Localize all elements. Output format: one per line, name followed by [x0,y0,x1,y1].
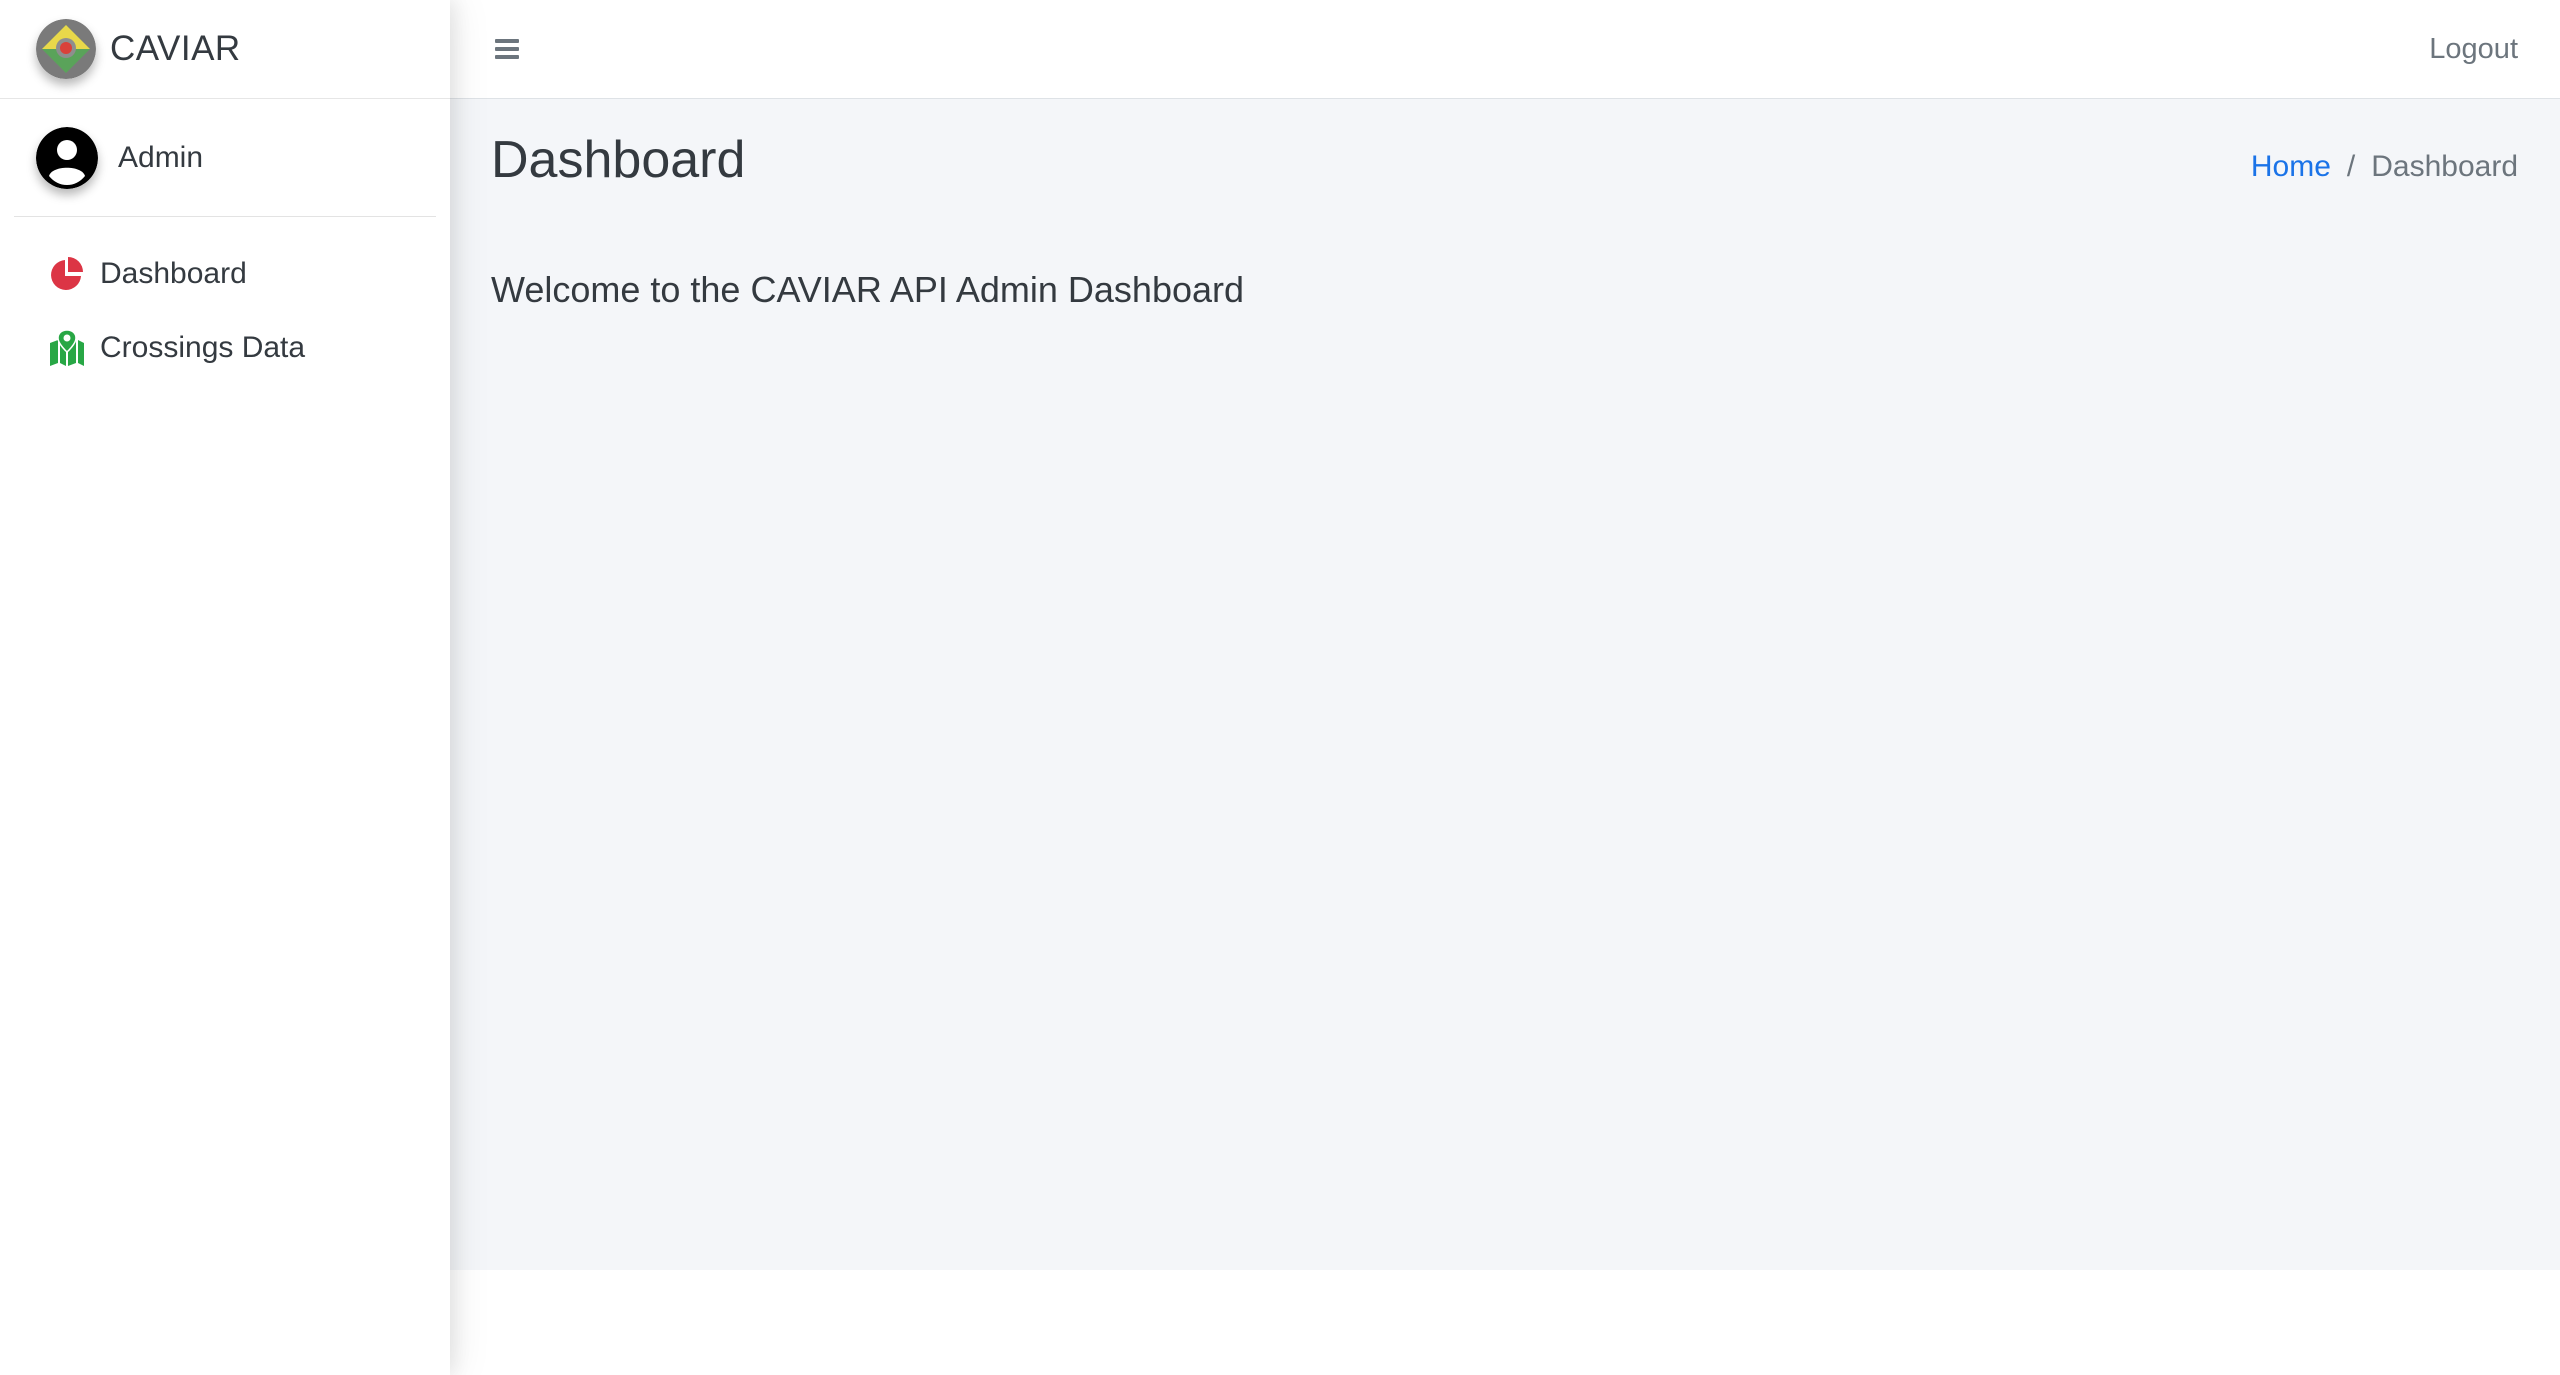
content-wrapper: Dashboard Home / Dashboard Welcome to th… [450,99,2560,1270]
user-panel[interactable]: Admin [14,99,436,217]
brand-name: CAVIAR [110,29,241,68]
sidebar-item-label: Dashboard [100,257,247,290]
footer [450,1270,2560,1375]
content-header: Dashboard Home / Dashboard [450,99,2560,191]
caviar-logo-icon [36,19,96,79]
logout-link[interactable]: Logout [2429,33,2518,66]
sidebar: CAVIAR Admin Dashboard Crossings Data [0,0,450,1375]
breadcrumb-separator: / [2346,150,2356,183]
user-name: Admin [118,140,204,174]
page-title: Dashboard [491,131,746,189]
sidebar-item-crossings-data[interactable]: Crossings Data [14,313,436,383]
sidebar-item-dashboard[interactable]: Dashboard [14,239,436,309]
app-root: CAVIAR Admin Dashboard Crossings Data Lo… [0,0,2560,1375]
user-circle-icon [36,126,98,189]
hamburger-icon[interactable] [490,32,524,66]
sidebar-nav: Dashboard Crossings Data [0,239,450,383]
breadcrumb: Home / Dashboard [2251,150,2518,184]
sidebar-item-label: Crossings Data [100,331,306,364]
chart-pie-icon [51,257,83,290]
welcome-heading: Welcome to the CAVIAR API Admin Dashboar… [491,269,1245,311]
map-location-icon [50,329,84,366]
brand-link[interactable]: CAVIAR [0,0,450,99]
breadcrumb-home-link[interactable]: Home [2251,150,2331,184]
breadcrumb-current: Dashboard [2371,150,2518,183]
topbar: Logout [450,0,2560,99]
